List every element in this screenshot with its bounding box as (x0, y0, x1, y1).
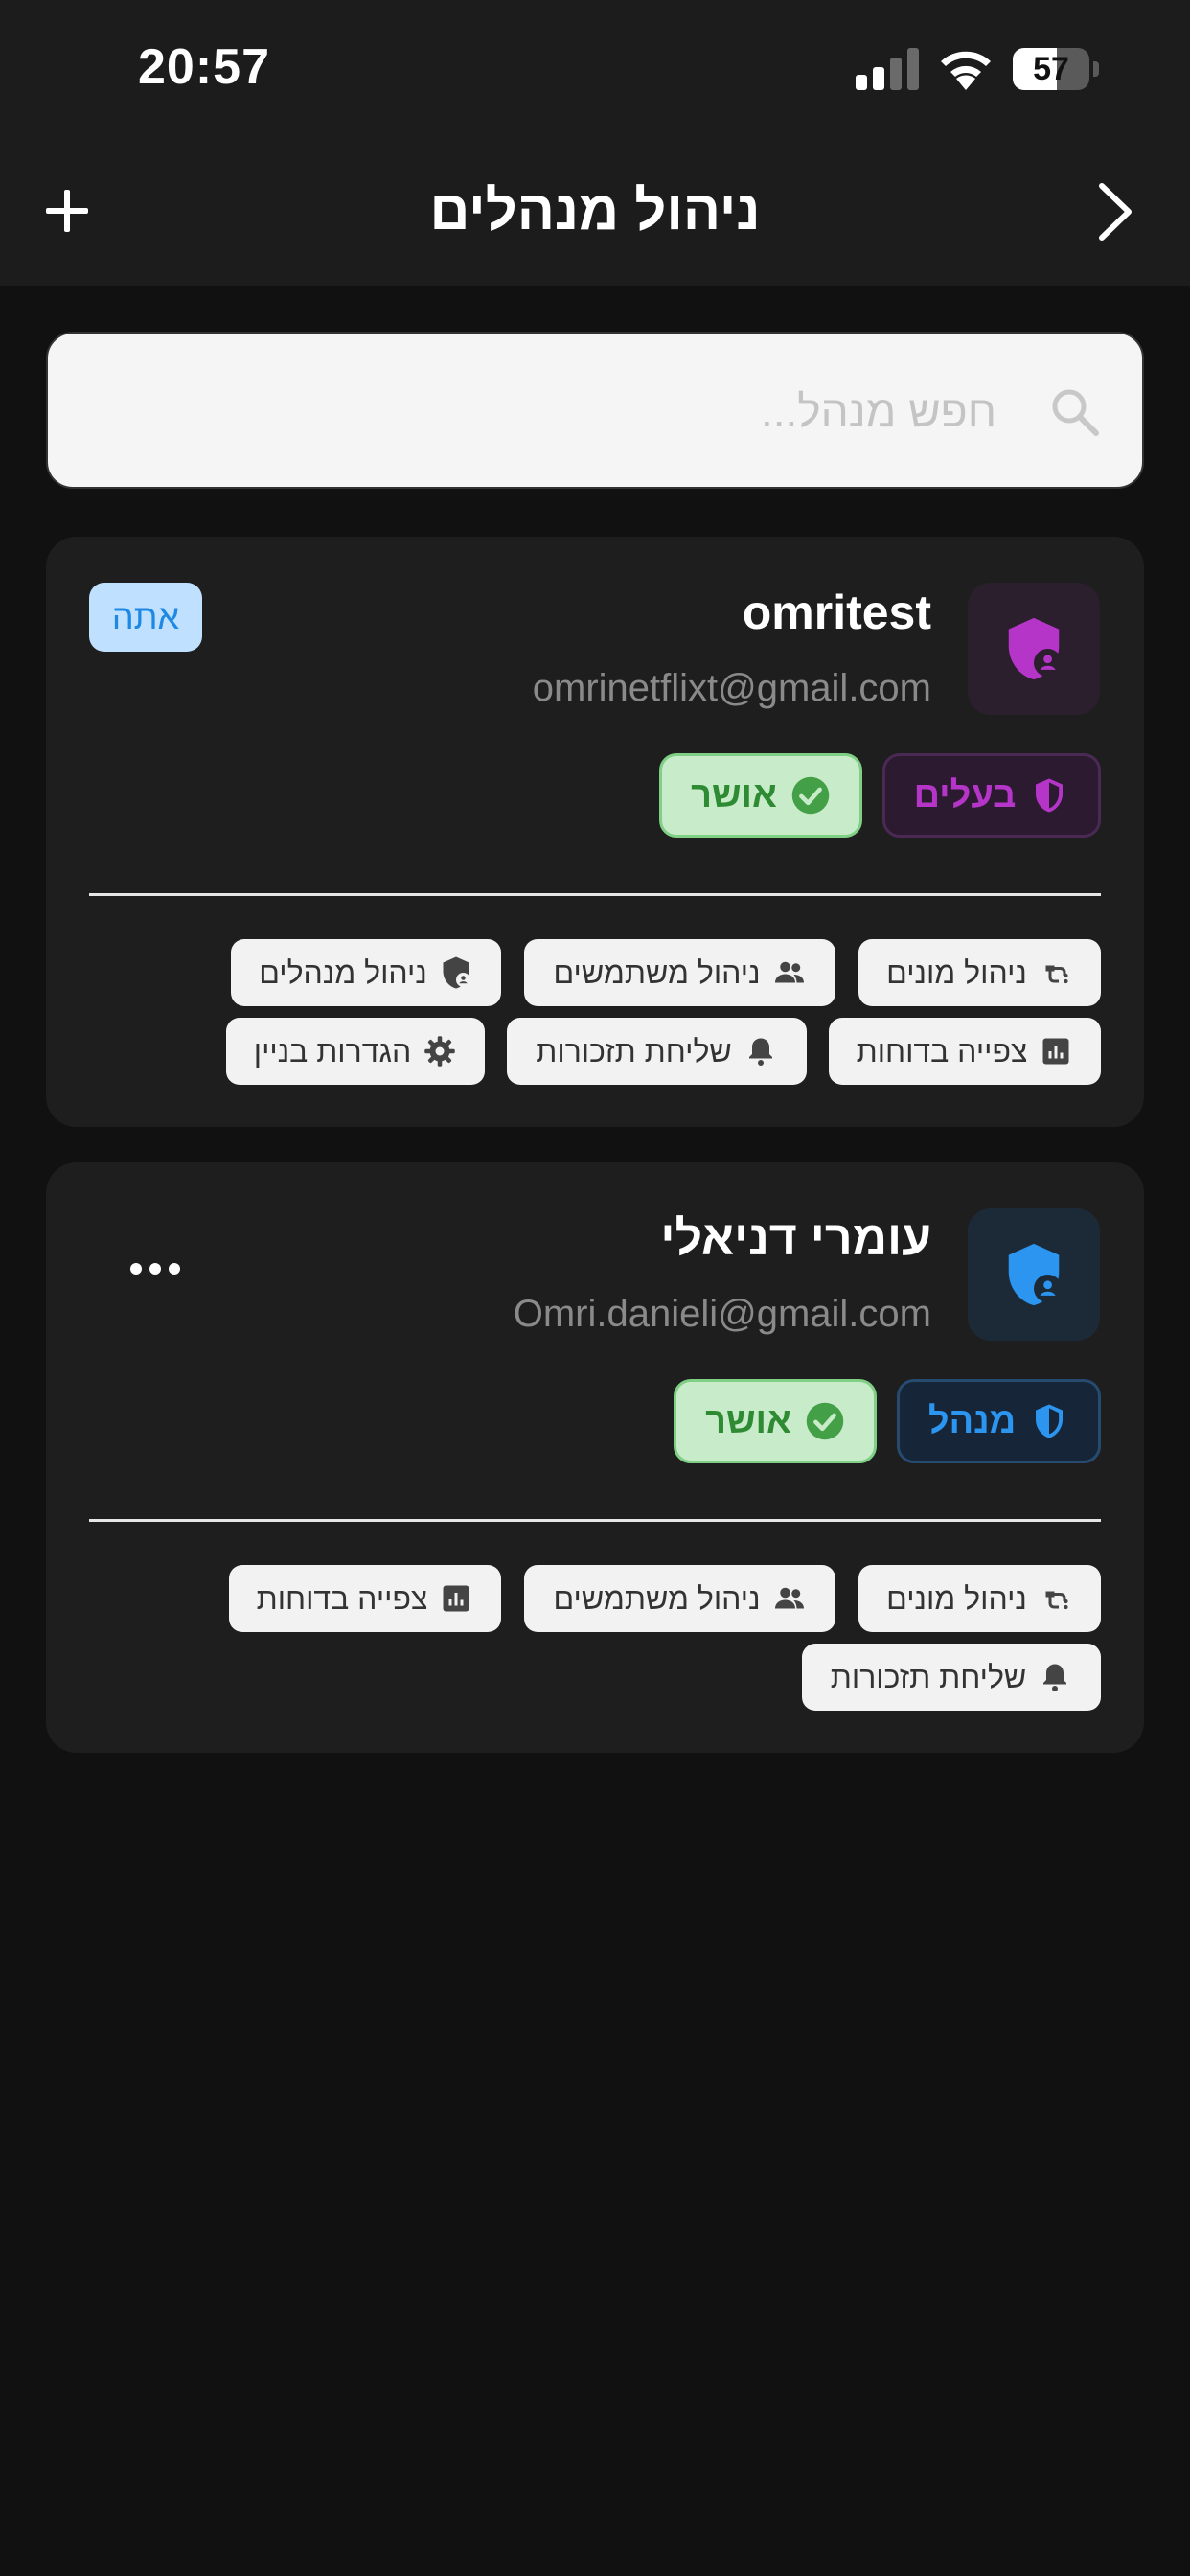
chevron-right-icon[interactable] (1092, 178, 1140, 245)
manager-name: omritest (742, 586, 931, 639)
permission-chip: הגדרות בניין (226, 1018, 485, 1085)
status-bar: 20:57 57 (0, 0, 1190, 144)
role-label: בעלים (913, 774, 1017, 816)
avatar (968, 583, 1100, 715)
bell-icon (1043, 1664, 1067, 1691)
permission-label: ניהול משתמשים (553, 954, 761, 990)
permission-label: צפייה בדוחות (256, 1580, 428, 1616)
divider (89, 1519, 1101, 1522)
permission-label: שליחת תזכורות (536, 1033, 732, 1069)
role-badge: מנהל (897, 1379, 1101, 1463)
permission-chip: צפייה בדוחות (229, 1565, 501, 1632)
divider (89, 893, 1101, 896)
plus-icon[interactable] (38, 182, 96, 240)
permission-label: שליחת תזכורות (830, 1659, 1027, 1694)
permission-chip: צפייה בדוחות (829, 1018, 1101, 1085)
meter-icon (1045, 965, 1068, 984)
search-icon (1052, 389, 1099, 436)
shield-icon (1036, 778, 1064, 813)
battery-level: 57 (1033, 51, 1069, 87)
manager-email: omrinetflixt@gmail.com (532, 667, 931, 709)
admin-shield-icon (443, 956, 470, 989)
permission-label: ניהול מונים (886, 954, 1027, 990)
more-horizontal-icon[interactable] (126, 1254, 184, 1283)
status-time: 20:57 (138, 39, 270, 95)
permission-label: צפייה בדוחות (856, 1033, 1028, 1069)
search-box (46, 332, 1144, 489)
admin-shield-icon (1008, 1243, 1063, 1306)
permission-chip: ניהול מונים (858, 1565, 1101, 1632)
app-header: ניהול מנהלים (0, 144, 1190, 286)
manager-card[interactable]: omritest omrinetflixt@gmail.com אתה בעלי… (46, 537, 1144, 1127)
admin-shield-icon (1008, 617, 1063, 680)
manager-name: עומרי דניאלי (660, 1211, 931, 1265)
permission-label: ניהול מנהלים (259, 954, 427, 990)
you-badge: אתה (89, 583, 202, 652)
permission-label: ניהול משתמשים (553, 1580, 761, 1616)
status-label: אושר (691, 774, 777, 816)
permission-chip: ניהול משתמשים (524, 1565, 835, 1632)
wifi-icon (941, 51, 991, 90)
role-label: מנהל (927, 1400, 1017, 1441)
role-badge: בעלים (882, 753, 1101, 838)
report-icon (1042, 1038, 1069, 1065)
status-label: אושר (705, 1400, 791, 1441)
permission-chip: שליחת תזכורות (507, 1018, 807, 1085)
permission-label: ניהול מונים (886, 1580, 1027, 1616)
permission-label: הגדרות בניין (253, 1033, 412, 1069)
check-circle-icon (791, 776, 830, 815)
permission-chip: שליחת תזכורות (802, 1644, 1101, 1711)
status-badge: אושר (674, 1379, 877, 1463)
manager-card[interactable]: עומרי דניאלי Omri.danieli@gmail.com מנהל… (46, 1162, 1144, 1753)
avatar (968, 1208, 1100, 1341)
report-icon (443, 1585, 469, 1612)
page-title: ניהול מנהלים (429, 179, 761, 242)
bell-icon (748, 1038, 772, 1066)
status-badge: אושר (659, 753, 862, 838)
permission-chip: ניהול מנהלים (231, 939, 501, 1006)
permission-chip: ניהול מונים (858, 939, 1101, 1006)
people-icon (774, 1587, 804, 1609)
search-input[interactable] (132, 334, 998, 489)
permission-chip: ניהול משתמשים (524, 939, 835, 1006)
check-circle-icon (806, 1402, 844, 1440)
meter-icon (1045, 1591, 1068, 1610)
battery-icon: 57 (1013, 48, 1101, 90)
shield-icon (1036, 1404, 1064, 1438)
manager-email: Omri.danieli@gmail.com (513, 1293, 931, 1335)
cellular-signal-icon (856, 48, 919, 90)
gear-icon (424, 1036, 455, 1067)
people-icon (774, 961, 804, 983)
